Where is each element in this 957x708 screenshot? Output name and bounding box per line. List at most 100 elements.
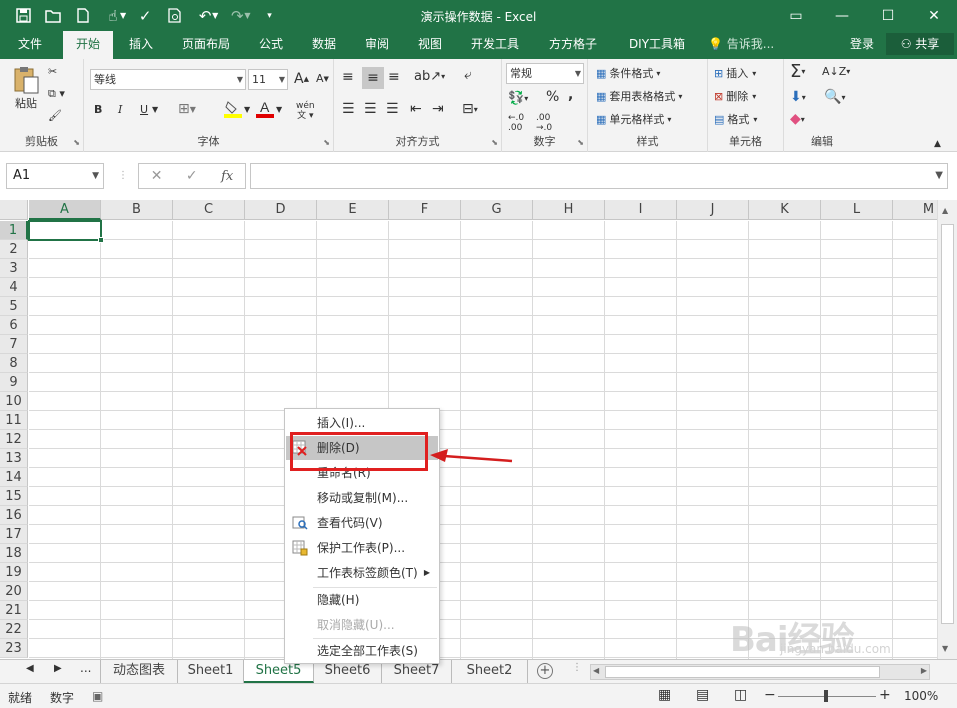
increase-indent-icon[interactable]: ⇥: [432, 101, 444, 117]
scroll-down-icon[interactable]: ▼: [942, 644, 948, 653]
column-header-f[interactable]: F: [389, 200, 461, 220]
redo-dropdown-icon[interactable]: ▼: [244, 11, 250, 20]
format-as-table-button[interactable]: ▦ 套用表格格式 ▾: [596, 88, 682, 104]
underline-button[interactable]: U: [140, 103, 148, 116]
font-color-button[interactable]: A ▼: [256, 99, 282, 119]
page-break-view-icon[interactable]: ◫: [734, 687, 747, 703]
scroll-right-icon[interactable]: ▶: [921, 666, 927, 675]
tab-data[interactable]: 数据: [303, 31, 345, 59]
underline-dropdown-icon[interactable]: ▼: [152, 105, 158, 114]
cell-area[interactable]: [29, 221, 937, 659]
row-header-19[interactable]: 19: [0, 563, 28, 582]
vertical-scrollbar[interactable]: ▲ ▼: [937, 200, 957, 659]
zoom-level[interactable]: 100%: [904, 689, 938, 703]
align-bottom-icon[interactable]: ≡: [388, 69, 400, 85]
row-header-16[interactable]: 16: [0, 506, 28, 525]
grow-font-button[interactable]: A ▲: [294, 71, 309, 87]
font-name-combo[interactable]: 等线 ▼: [90, 69, 246, 90]
row-header-18[interactable]: 18: [0, 544, 28, 563]
tell-me-box[interactable]: 💡 告诉我...: [708, 31, 774, 59]
print-preview-icon[interactable]: [160, 3, 190, 28]
maximize-button[interactable]: ☐: [865, 0, 911, 31]
close-button[interactable]: ✕: [911, 0, 957, 31]
sheet-more-button[interactable]: ...: [80, 661, 91, 675]
copy-icon[interactable]: ⧉ ▾: [48, 87, 65, 101]
scroll-up-icon[interactable]: ▲: [942, 206, 948, 215]
align-right-icon[interactable]: ☰: [386, 101, 399, 117]
row-header-17[interactable]: 17: [0, 525, 28, 544]
tab-home[interactable]: 开始: [63, 31, 113, 59]
row-header-3[interactable]: 3: [0, 259, 28, 278]
horizontal-scroll-thumb[interactable]: [605, 666, 880, 678]
normal-view-icon[interactable]: ▦: [658, 687, 671, 703]
tab-diy-toolbox[interactable]: DIY工具箱: [618, 31, 696, 59]
sheet-next-icon[interactable]: ▶: [54, 663, 62, 674]
align-left-icon[interactable]: ☰: [342, 101, 355, 117]
borders-icon[interactable]: ⊞ ▼: [178, 101, 196, 117]
row-header-4[interactable]: 4: [0, 278, 28, 297]
align-top-icon[interactable]: ≡: [342, 69, 354, 85]
sheet-prev-icon[interactable]: ◀: [26, 663, 34, 674]
column-header-a[interactable]: A: [29, 200, 101, 220]
clear-icon[interactable]: ◆ ▾: [790, 111, 805, 127]
merge-center-icon[interactable]: ⊟ ▾: [462, 101, 478, 117]
orientation-icon[interactable]: ab↗ ▾: [414, 69, 445, 84]
enter-icon[interactable]: ✓: [186, 168, 198, 184]
insert-function-icon[interactable]: fx: [221, 169, 233, 184]
tab-review[interactable]: 审阅: [356, 31, 398, 59]
insert-cells-button[interactable]: ⊞ 插入 ▾: [714, 65, 756, 81]
menu-item-protect-sheet[interactable]: 保护工作表(P)...: [286, 536, 438, 560]
spelling-icon[interactable]: ✓: [130, 3, 160, 28]
row-header-6[interactable]: 6: [0, 316, 28, 335]
menu-item-view-code[interactable]: 查看代码(V): [286, 511, 438, 535]
column-header-e[interactable]: E: [317, 200, 389, 220]
menu-item-move-copy[interactable]: 移动或复制(M)...: [286, 486, 438, 510]
alignment-launcher-icon[interactable]: ⬊: [491, 138, 498, 147]
sort-filter-icon[interactable]: A↓Z ▾: [822, 65, 850, 78]
cell-styles-button[interactable]: ▦ 单元格样式 ▾: [596, 111, 671, 127]
row-header-2[interactable]: 2: [0, 240, 28, 259]
tab-fangfang[interactable]: 方方格子: [540, 31, 606, 59]
comma-style-button[interactable]: ,: [568, 87, 573, 103]
sheet-tab-sheet1[interactable]: Sheet1: [178, 660, 244, 683]
menu-item-select-all-sheets[interactable]: 选定全部工作表(S): [286, 639, 438, 663]
sign-in-link[interactable]: 登录: [850, 31, 874, 57]
row-header-21[interactable]: 21: [0, 601, 28, 620]
find-select-icon[interactable]: 🔍 ▾: [824, 89, 845, 105]
delete-cells-button[interactable]: ⊠ 删除 ▾: [714, 88, 756, 104]
fill-color-button[interactable]: ▼: [224, 99, 250, 119]
decrease-indent-icon[interactable]: ⇤: [410, 101, 422, 117]
decrease-decimal-icon[interactable]: .00 →.0: [536, 113, 552, 133]
column-header-j[interactable]: J: [677, 200, 749, 220]
row-header-11[interactable]: 11: [0, 411, 28, 430]
tab-splitter-icon[interactable]: ⋮: [572, 662, 582, 673]
fill-handle[interactable]: [98, 237, 104, 243]
row-header-10[interactable]: 10: [0, 392, 28, 411]
percent-style-button[interactable]: %: [546, 89, 559, 105]
number-launcher-icon[interactable]: ⬊: [577, 138, 584, 147]
column-header-i[interactable]: I: [605, 200, 677, 220]
tab-developer[interactable]: 开发工具: [462, 31, 528, 59]
align-center-icon[interactable]: ☰: [364, 101, 377, 117]
save-icon[interactable]: [8, 3, 38, 28]
formula-input[interactable]: ▼: [250, 163, 948, 189]
scroll-left-icon[interactable]: ◀: [593, 666, 599, 675]
row-header-5[interactable]: 5: [0, 297, 28, 316]
tab-view[interactable]: 视图: [409, 31, 451, 59]
column-header-b[interactable]: B: [101, 200, 173, 220]
conditional-formatting-button[interactable]: ▦ 条件格式 ▾: [596, 65, 660, 81]
column-header-k[interactable]: K: [749, 200, 821, 220]
wrap-text-icon[interactable]: ⤶: [464, 67, 472, 83]
row-header-13[interactable]: 13: [0, 449, 28, 468]
paste-button[interactable]: 粘贴: [8, 65, 44, 111]
row-header-15[interactable]: 15: [0, 487, 28, 506]
ribbon-display-options-icon[interactable]: ▭: [773, 0, 819, 31]
tab-page-layout[interactable]: 页面布局: [174, 31, 238, 59]
column-header-d[interactable]: D: [245, 200, 317, 220]
row-header-23[interactable]: 23: [0, 639, 28, 658]
font-launcher-icon[interactable]: ⬊: [323, 138, 330, 147]
macro-record-icon[interactable]: ▣: [92, 689, 103, 703]
shrink-font-button[interactable]: A ▼: [316, 72, 329, 85]
sheet-tab-dynamic-chart[interactable]: 动态图表: [100, 660, 178, 683]
row-header-12[interactable]: 12: [0, 430, 28, 449]
